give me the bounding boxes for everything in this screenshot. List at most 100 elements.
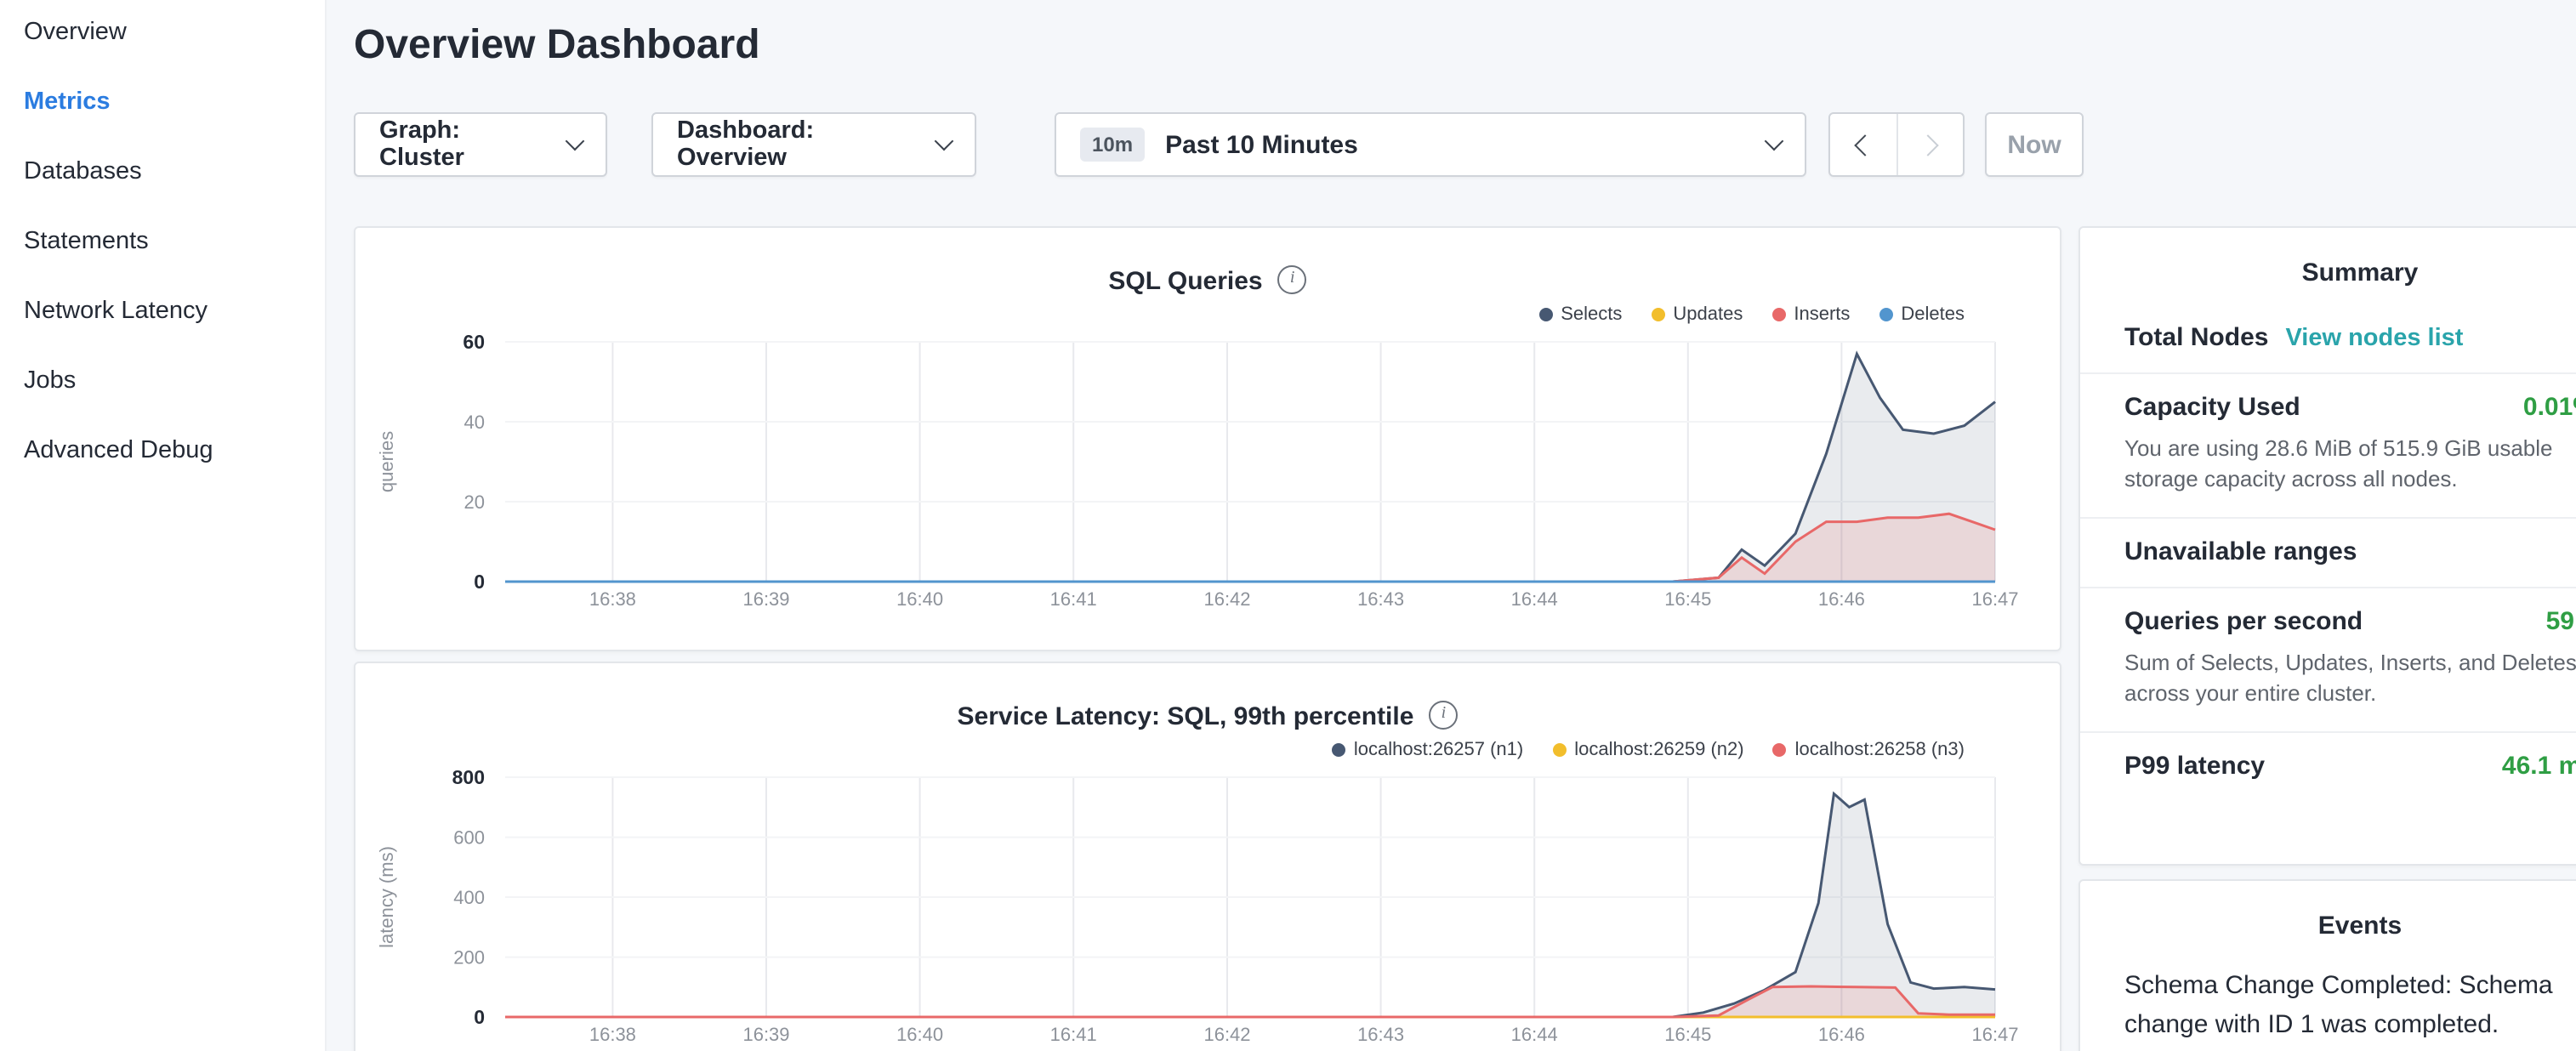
summary-value: 59.7 [2546,607,2576,636]
chart-title: SQL Queries [1108,267,1262,296]
service-latency-chart-panel: Service Latency: SQL, 99th percentile i … [354,662,2061,1051]
summary-subtext: Sum of Selects, Updates, Inserts, and De… [2124,648,2576,711]
sidebar-item-network-latency[interactable]: Network Latency [24,296,325,327]
sidebar-item-statements[interactable]: Statements [24,226,325,257]
time-range-dropdown[interactable]: 10m Past 10 Minutes [1055,112,1806,177]
legend-label: Updates [1673,304,1743,325]
sql-queries-chart-plot[interactable]: 16:3816:3916:4016:4116:4216:4316:4416:45… [355,333,2060,651]
legend-item: localhost:26259 (n2) [1552,740,1743,760]
sidebar-item-metrics[interactable]: Metrics [24,87,325,117]
graph-selector-dropdown[interactable]: Graph: Cluster [354,112,607,177]
summary-row-p99-latency: P99 latency 46.1 ms [2080,733,2576,801]
sidebar-item-jobs[interactable]: Jobs [24,366,325,396]
legend-dot-icon [1651,308,1664,321]
summary-subtext: You are using 28.6 MiB of 515.9 GiB usab… [2124,434,2576,497]
event-message[interactable]: Schema Change Completed: Schema change w… [2080,957,2576,1044]
graph-selector-label: Graph: Cluster [379,117,549,172]
chart-title: Service Latency: SQL, 99th percentile [958,702,1414,731]
svg-text:16:47: 16:47 [1971,1024,2018,1045]
svg-text:16:42: 16:42 [1203,588,1250,610]
svg-text:0: 0 [474,571,485,593]
time-window-badge: 10m [1080,128,1145,162]
legend-item: Updates [1651,304,1743,325]
svg-text:16:41: 16:41 [1050,1024,1097,1045]
svg-text:latency (ms): latency (ms) [376,846,397,948]
event-timestamp: May 13, 2020 at 4:45 PM [2080,1044,2576,1051]
dashboard-selector-label: Dashboard: Overview [677,117,918,172]
sidebar-item-advanced-debug[interactable]: Advanced Debug [24,435,325,466]
dashboard-selector-dropdown[interactable]: Dashboard: Overview [651,112,976,177]
svg-text:16:38: 16:38 [589,1024,636,1045]
svg-text:16:46: 16:46 [1818,1024,1865,1045]
svg-text:400: 400 [453,887,485,908]
summary-row-total-nodes: Total Nodes View nodes list 3 [2080,304,2576,374]
info-icon[interactable]: i [1278,265,1307,294]
events-title: Events [2080,881,2576,957]
time-next-button[interactable] [1896,114,1963,175]
summary-value: 46.1 ms [2502,752,2576,781]
svg-text:20: 20 [464,491,485,513]
summary-label: Unavailable ranges [2124,537,2357,566]
chart-title-row: Service Latency: SQL, 99th percentile i [355,663,2060,731]
events-panel: Events Schema Change Completed: Schema c… [2078,879,2576,1051]
time-window-label: Past 10 Minutes [1165,130,1358,159]
summary-panel: Summary Total Nodes View nodes list 3 Ca… [2078,226,2576,866]
legend-dot-icon [1538,308,1552,321]
svg-text:16:47: 16:47 [1971,588,2018,610]
legend-item: Selects [1538,304,1622,325]
legend-dot-icon [1879,308,1892,321]
service-latency-chart-plot[interactable]: 16:3816:3916:4016:4116:4216:4316:4416:45… [355,769,2060,1051]
legend-label: localhost:26258 (n3) [1795,740,1965,760]
sidebar-item-databases[interactable]: Databases [24,156,325,187]
legend-label: localhost:26257 (n1) [1354,740,1523,760]
time-step-buttons [1828,112,1965,177]
svg-text:16:42: 16:42 [1203,1024,1250,1045]
summary-row-queries-per-second: Queries per second 59.7 Sum of Selects, … [2080,588,2576,733]
svg-text:0: 0 [474,1006,485,1028]
summary-value: 0.01% [2523,393,2576,422]
chart-legend: localhost:26257 (n1) localhost:26259 (n2)… [355,731,2060,769]
now-button[interactable]: Now [1985,112,2084,177]
svg-text:16:46: 16:46 [1818,588,1865,610]
sidebar-item-overview[interactable]: Overview [24,17,325,48]
legend-item: localhost:26258 (n3) [1773,740,1965,760]
chart-title-row: SQL Queries i [355,228,2060,296]
svg-text:16:38: 16:38 [589,588,636,610]
app: Overview Metrics Databases Statements Ne… [0,0,2576,1051]
legend-dot-icon [1773,743,1787,757]
chevron-left-icon [1855,134,1876,155]
summary-label: Queries per second [2124,607,2363,636]
svg-text:queries: queries [376,431,397,492]
sidebar: Overview Metrics Databases Statements Ne… [0,0,327,1051]
svg-text:800: 800 [452,769,485,788]
svg-text:40: 40 [464,412,485,433]
svg-text:16:40: 16:40 [896,1024,943,1045]
view-nodes-list-link[interactable]: View nodes list [2285,325,2463,352]
legend-dot-icon [1332,743,1345,757]
summary-row-capacity-used: Capacity Used 0.01% You are using 28.6 M… [2080,374,2576,519]
svg-text:16:44: 16:44 [1511,1024,1558,1045]
summary-label: Capacity Used [2124,393,2300,422]
chevron-down-icon [566,132,585,151]
chart-legend: Selects Updates Inserts Deletes [355,296,2060,333]
info-icon[interactable]: i [1429,701,1458,730]
legend-item: Deletes [1879,304,1965,325]
legend-label: Deletes [1901,304,1965,325]
svg-text:16:40: 16:40 [896,588,943,610]
summary-title: Summary [2080,228,2576,304]
legend-item: Inserts [1771,304,1850,325]
chevron-down-icon [935,132,954,151]
legend-label: Selects [1561,304,1622,325]
sql-queries-chart-panel: SQL Queries i Selects Updates Inserts Delet… [354,226,2061,651]
time-prev-button[interactable] [1830,114,1896,175]
svg-text:16:44: 16:44 [1511,588,1558,610]
now-button-label: Now [2007,130,2061,159]
page-title: Overview Dashboard [354,22,760,70]
svg-text:600: 600 [453,827,485,849]
svg-text:16:45: 16:45 [1664,1024,1711,1045]
chevron-right-icon [1917,134,1938,155]
svg-text:16:39: 16:39 [742,1024,789,1045]
svg-text:16:43: 16:43 [1357,588,1404,610]
summary-row-unavailable-ranges: Unavailable ranges 0 [2080,519,2576,588]
legend-item: localhost:26257 (n1) [1332,740,1523,760]
